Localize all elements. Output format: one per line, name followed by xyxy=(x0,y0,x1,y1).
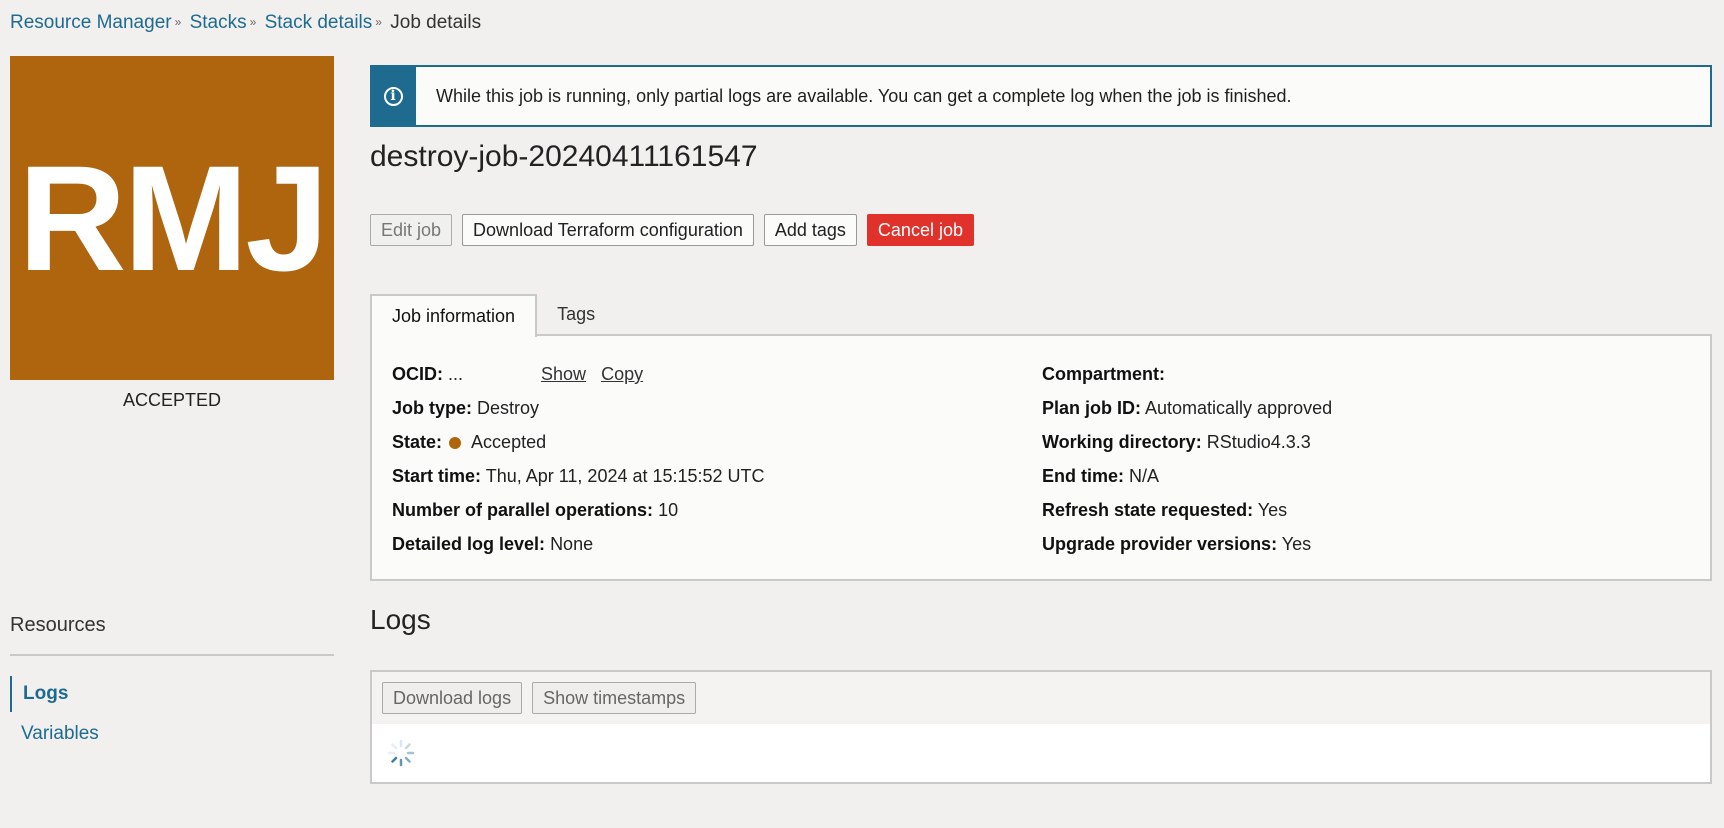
logs-heading: Logs xyxy=(370,604,431,635)
upgrade-providers-row: Upgrade provider versions: Yes xyxy=(1042,534,1311,555)
info-icon: i xyxy=(383,86,403,106)
start-time-label: Start time: xyxy=(392,466,482,486)
tab-job-information[interactable]: Job information xyxy=(370,294,538,337)
logs-body xyxy=(370,724,1712,784)
job-avatar: RMJ xyxy=(10,56,334,380)
resources-heading: Resources xyxy=(10,614,106,636)
add-tags-button[interactable]: Add tags xyxy=(763,214,857,246)
job-type-row: Job type: Destroy xyxy=(392,398,539,419)
resources-divider xyxy=(10,654,334,656)
avatar-state-label: ACCEPTED xyxy=(122,390,221,410)
working-directory-value: RStudio4.3.3 xyxy=(1206,432,1311,452)
tab-tags[interactable]: Tags xyxy=(537,294,615,335)
parallel-ops-value: 10 xyxy=(658,500,679,520)
show-timestamps-button[interactable]: Show timestamps xyxy=(532,682,697,714)
action-buttons: Edit job Download Terraform configuratio… xyxy=(370,214,974,246)
edit-job-button[interactable]: Edit job xyxy=(370,214,453,246)
logs-toolbar: Download logs Show timestamps xyxy=(370,670,1712,726)
alert-icon-box: i xyxy=(370,65,416,127)
breadcrumb-separator: » xyxy=(174,15,182,29)
start-time-row: Start time: Thu, Apr 11, 2024 at 15:15:5… xyxy=(392,466,765,487)
plan-job-value: Automatically approved xyxy=(1145,398,1333,418)
breadcrumb-separator: » xyxy=(375,15,382,29)
state-value: Accepted xyxy=(471,432,547,452)
ocid-show-link[interactable]: Show xyxy=(541,364,586,384)
working-directory-label: Working directory: xyxy=(1042,432,1202,452)
job-type-label: Job type: xyxy=(392,398,473,418)
refresh-state-label: Refresh state requested: xyxy=(1042,500,1254,520)
download-terraform-button[interactable]: Download Terraform configuration xyxy=(462,214,754,246)
upgrade-providers-value: Yes xyxy=(1281,534,1312,554)
compartment-row: Compartment: xyxy=(1042,364,1165,385)
download-logs-button[interactable]: Download logs xyxy=(382,682,523,714)
log-level-value: None xyxy=(550,534,594,554)
end-time-label: End time: xyxy=(1042,466,1125,486)
ocid-row: OCID: ... Show Copy xyxy=(392,364,643,385)
tab-bar: Job information Tags xyxy=(370,294,615,337)
ocid-label: OCID: xyxy=(392,364,443,384)
breadcrumb-stack-details[interactable]: Stack details xyxy=(265,12,373,33)
info-alert: i While this job is running, only partia… xyxy=(370,65,1712,127)
start-time-value: Thu, Apr 11, 2024 at 15:15:52 UTC xyxy=(485,466,765,486)
sidebar-item-logs[interactable]: Logs xyxy=(10,676,68,712)
breadcrumb-stacks[interactable]: Stacks xyxy=(190,12,247,33)
log-level-row: Detailed log level: None xyxy=(392,534,593,555)
breadcrumb-separator: » xyxy=(249,15,257,29)
upgrade-providers-label: Upgrade provider versions: xyxy=(1042,534,1278,554)
log-level-label: Detailed log level: xyxy=(392,534,546,554)
breadcrumb-resource-manager[interactable]: Resource Manager xyxy=(10,12,172,33)
refresh-state-row: Refresh state requested: Yes xyxy=(1042,500,1287,521)
job-type-value: Destroy xyxy=(477,398,540,418)
parallel-ops-row: Number of parallel operations: 10 xyxy=(392,500,678,521)
plan-job-label: Plan job ID: xyxy=(1042,398,1141,418)
ocid-value: ... xyxy=(448,364,464,384)
job-information-panel: OCID: ... Show Copy Job type: Destroy St… xyxy=(370,334,1712,581)
alert-text: While this job is running, only partial … xyxy=(436,85,1292,106)
ocid-copy-link[interactable]: Copy xyxy=(601,364,643,384)
cancel-job-button[interactable]: Cancel job xyxy=(866,214,974,246)
end-time-row: End time: N/A xyxy=(1042,466,1159,487)
state-label: State: xyxy=(392,432,443,452)
sidebar-item-variables[interactable]: Variables xyxy=(10,716,99,752)
refresh-state-value: Yes xyxy=(1257,500,1288,520)
page-title: destroy-job-20240411161547 xyxy=(370,140,758,173)
compartment-label: Compartment: xyxy=(1042,364,1166,384)
state-row: State: Accepted xyxy=(392,432,546,453)
plan-job-row: Plan job ID: Automatically approved xyxy=(1042,398,1332,419)
state-dot-icon xyxy=(449,437,462,449)
parallel-ops-label: Number of parallel operations: xyxy=(392,500,654,520)
working-directory-row: Working directory: RStudio4.3.3 xyxy=(1042,432,1311,453)
breadcrumb: Resource Manager» Stacks» Stack details»… xyxy=(10,12,481,34)
end-time-value: N/A xyxy=(1129,466,1160,486)
loading-spinner-icon xyxy=(387,739,415,767)
breadcrumb-current: Job details xyxy=(390,12,482,33)
